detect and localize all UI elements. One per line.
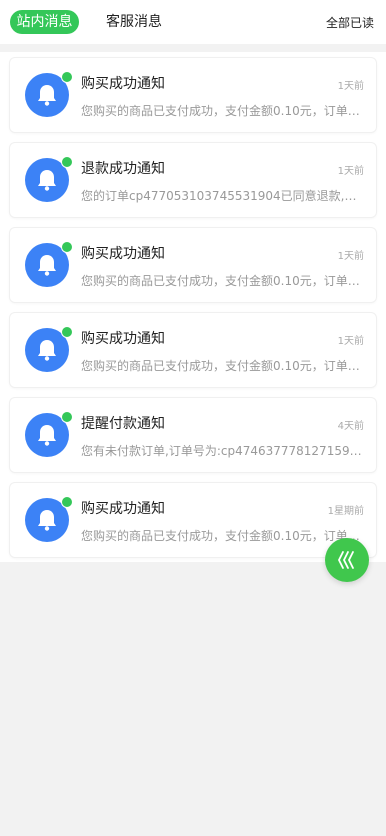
message-card[interactable]: 购买成功通知 1天前 您购买的商品已支付成功，支付金额0.10元，订单号为... <box>9 227 377 303</box>
message-title: 购买成功通知 <box>81 246 165 262</box>
mark-all-read-button[interactable]: 全部已读 <box>326 14 374 31</box>
message-summary: 您购买的商品已支付成功，支付金额0.10元，订单号为... <box>81 104 363 118</box>
bell-icon <box>38 170 56 191</box>
unread-dot <box>61 496 73 508</box>
bell-icon <box>38 85 56 106</box>
unread-dot <box>61 326 73 338</box>
unread-dot <box>61 241 73 253</box>
message-time: 1天前 <box>337 251 364 262</box>
message-summary: 您购买的商品已支付成功，支付金额0.10元，订单号为... <box>81 359 363 373</box>
unread-dot <box>61 71 73 83</box>
tab-site-messages[interactable]: 站内消息 <box>10 10 79 34</box>
message-title: 提醒付款通知 <box>81 416 165 432</box>
unread-dot <box>61 411 73 423</box>
message-title: 退款成功通知 <box>81 161 165 177</box>
message-summary: 您购买的商品已支付成功，支付金额0.10元，订单号为... <box>81 274 363 288</box>
bell-icon <box>38 510 56 531</box>
message-time: 1天前 <box>337 166 364 177</box>
message-card[interactable]: 购买成功通知 1天前 您购买的商品已支付成功，支付金额0.10元，订单号为... <box>9 312 377 388</box>
message-card[interactable]: 提醒付款通知 4天前 您有未付款订单,订单号为:cp47463777812715… <box>9 397 377 473</box>
tab-customer-service[interactable]: 客服消息 <box>106 10 162 34</box>
message-title: 购买成功通知 <box>81 331 165 347</box>
message-summary: 您购买的商品已支付成功，支付金额0.10元，订单号为... <box>81 529 363 543</box>
message-list: 购买成功通知 1天前 您购买的商品已支付成功，支付金额0.10元，订单号为...… <box>0 52 386 562</box>
bell-icon <box>38 340 56 361</box>
message-card[interactable]: 退款成功通知 1天前 您的订单cp477053103745531904已同意退款… <box>9 142 377 218</box>
unread-dot <box>61 156 73 168</box>
message-summary: 您有未付款订单,订单号为:cp474637778127159296... <box>81 444 363 458</box>
floating-action-button[interactable] <box>325 538 369 582</box>
message-time: 1天前 <box>337 81 364 92</box>
message-title: 购买成功通知 <box>81 501 165 517</box>
bell-icon <box>38 255 56 276</box>
message-card[interactable]: 购买成功通知 1天前 您购买的商品已支付成功，支付金额0.10元，订单号为... <box>9 57 377 133</box>
message-time: 1天前 <box>337 336 364 347</box>
message-time: 1星期前 <box>327 506 364 517</box>
message-title: 购买成功通知 <box>81 76 165 92</box>
chevrons-icon <box>337 551 354 569</box>
header-bar: 站内消息 客服消息 全部已读 <box>0 0 386 44</box>
message-time: 4天前 <box>337 421 364 432</box>
message-card[interactable]: 购买成功通知 1星期前 您购买的商品已支付成功，支付金额0.10元，订单号为..… <box>9 482 377 558</box>
bell-icon <box>38 425 56 446</box>
message-summary: 您的订单cp477053103745531904已同意退款,退款金额... <box>81 189 363 203</box>
